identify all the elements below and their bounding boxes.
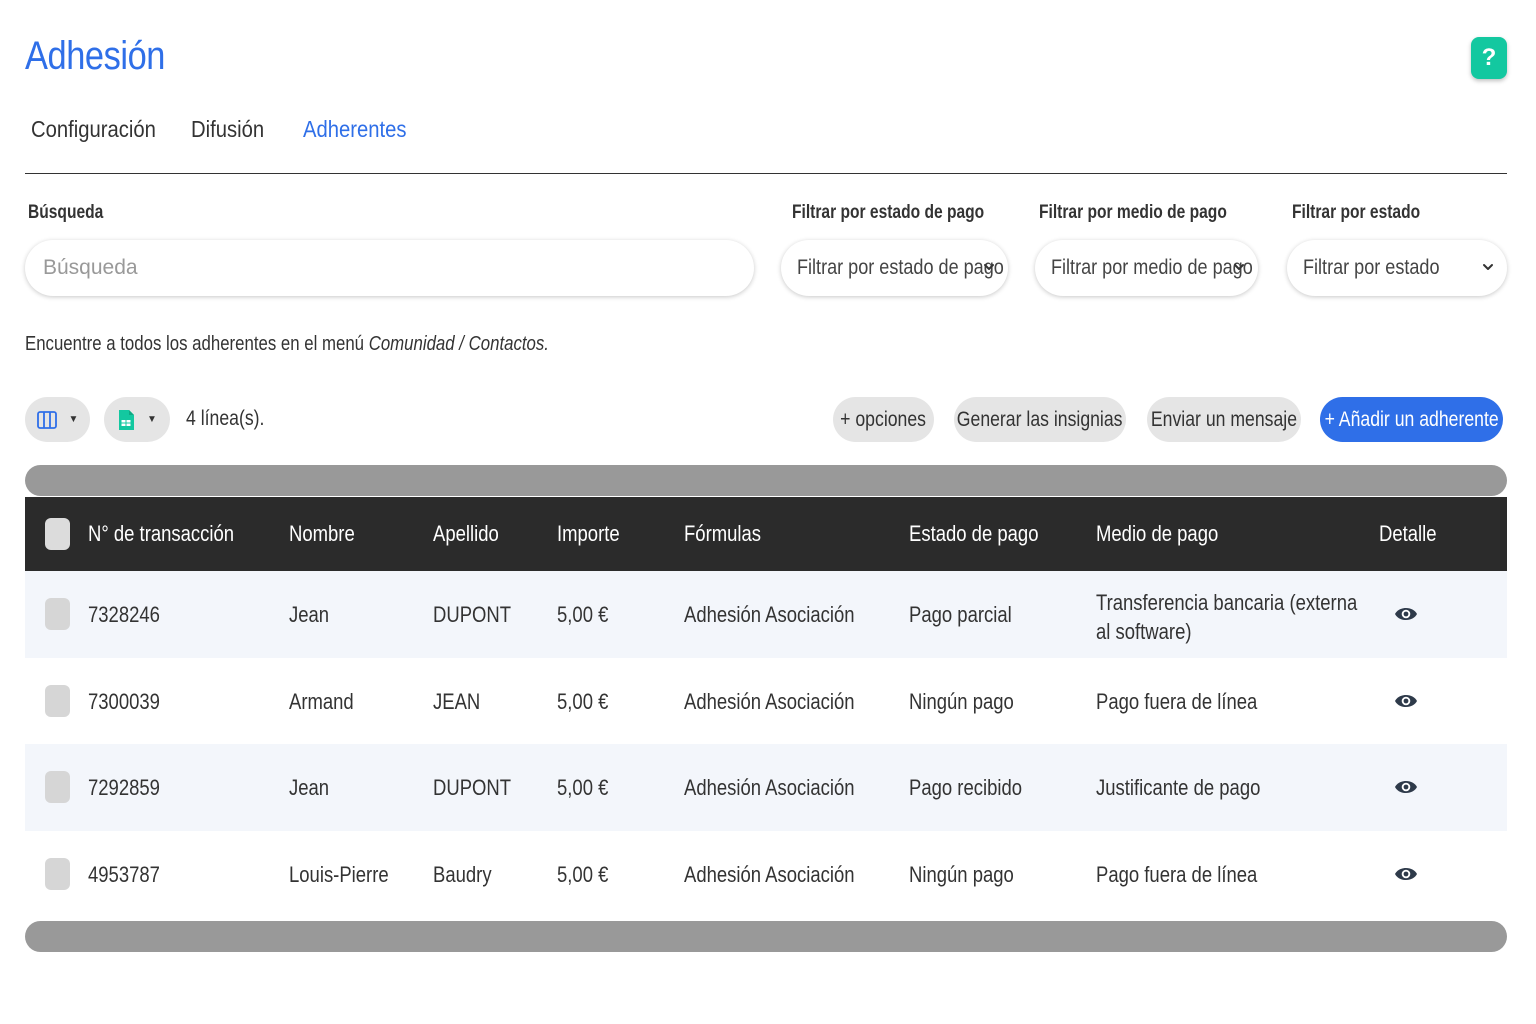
cell-transaction: 7292859: [88, 775, 160, 800]
column-header-payment-method[interactable]: Medio de pago: [1096, 521, 1218, 547]
add-member-label: + Añadir un adherente: [1324, 407, 1499, 431]
table-row: 7328246 Jean DUPONT 5,00 € Adhesión Asoc…: [25, 571, 1507, 658]
options-button[interactable]: + opciones: [833, 397, 934, 442]
search-label: Búsqueda: [28, 202, 104, 223]
page-title: Adhesión: [25, 34, 166, 78]
table-row: 7300039 Armand JEAN 5,00 € Adhesión Asoc…: [25, 657, 1507, 744]
generate-badges-button[interactable]: Generar las insignias: [954, 397, 1126, 442]
cell-payment-method-line2: al software): [1096, 619, 1192, 644]
cell-last-name: DUPONT: [433, 602, 512, 627]
tab-adherentes[interactable]: Adherentes: [303, 116, 407, 143]
cell-payment-status: Ningún pago: [909, 861, 1014, 887]
columns-menu-button[interactable]: ▼: [25, 397, 90, 442]
cell-first-name: Jean: [289, 775, 330, 800]
column-header-last-name[interactable]: Apellido: [433, 521, 499, 547]
generate-badges-label: Generar las insignias: [957, 407, 1123, 431]
info-note-text: Encuentre a todos los adherentes en el m…: [25, 333, 369, 355]
spreadsheet-file-icon: [119, 409, 135, 430]
status-select-value: Filtrar por estado: [1303, 256, 1440, 279]
payment-status-select[interactable]: Filtrar por estado de pago: [781, 240, 1008, 296]
eye-icon[interactable]: [1394, 603, 1418, 625]
cell-formula: Adhesión Asociación: [684, 688, 855, 714]
cell-formula: Adhesión Asociación: [684, 861, 855, 887]
export-menu-button[interactable]: ▼: [104, 397, 170, 442]
cell-payment-method: Pago fuera de línea: [1096, 688, 1258, 714]
payment-method-select-value: Filtrar por medio de pago: [1051, 256, 1253, 279]
horizontal-scrollbar-bottom[interactable]: [25, 921, 1507, 952]
cell-payment-status: Pago recibido: [909, 775, 1023, 800]
cell-payment-method-line1: Transferencia bancaria (externa: [1096, 590, 1358, 615]
payment-status-filter-label: Filtrar por estado de pago: [792, 202, 985, 223]
payment-method-filter-label: Filtrar por medio de pago: [1039, 202, 1227, 223]
info-note: Encuentre a todos los adherentes en el m…: [25, 333, 549, 356]
cell-payment-status: Pago parcial: [909, 602, 1012, 627]
line-count: 4 línea(s).: [186, 407, 265, 430]
options-button-label: + opciones: [840, 407, 927, 431]
cell-formula: Adhesión Asociación: [684, 775, 855, 800]
eye-icon[interactable]: [1394, 690, 1418, 712]
cell-transaction: 7328246: [88, 602, 160, 627]
column-header-amount[interactable]: Importe: [557, 521, 620, 547]
cell-first-name: Armand: [289, 688, 354, 714]
search-input[interactable]: [43, 256, 754, 280]
row-checkbox[interactable]: [45, 598, 70, 630]
column-header-payment-status[interactable]: Estado de pago: [909, 521, 1038, 547]
chevron-down-icon: [1234, 264, 1244, 270]
columns-icon: [36, 410, 57, 429]
cell-last-name: JEAN: [433, 688, 481, 714]
eye-icon[interactable]: [1394, 776, 1418, 798]
help-label: ?: [1481, 44, 1497, 71]
cell-amount: 5,00 €: [557, 775, 609, 800]
members-table: N° de transacción Nombre Apellido Import…: [25, 497, 1507, 917]
tab-configuracion[interactable]: Configuración: [31, 116, 156, 143]
cell-first-name: Louis-Pierre: [289, 861, 389, 887]
cell-last-name: DUPONT: [433, 775, 512, 800]
cell-amount: 5,00 €: [557, 861, 609, 887]
cell-payment-method: Pago fuera de línea: [1096, 861, 1258, 887]
cell-first-name: Jean: [289, 602, 330, 627]
cell-payment-method: Transferencia bancaria (externa al softw…: [1096, 588, 1357, 646]
row-checkbox[interactable]: [45, 857, 70, 890]
status-filter-label: Filtrar por estado: [1292, 202, 1421, 223]
row-checkbox[interactable]: [45, 684, 70, 717]
column-header-formulas[interactable]: Fórmulas: [684, 521, 761, 547]
community-contacts-menu-reference: Comunidad / Contactos.: [368, 333, 549, 355]
search-field: [25, 240, 754, 296]
column-header-transaction[interactable]: N° de transacción: [88, 521, 234, 547]
table-row: 4953787 Louis-Pierre Baudry 5,00 € Adhes…: [25, 830, 1507, 917]
cell-payment-status: Ningún pago: [909, 688, 1014, 714]
tab-bar: Configuración Difusión Adherentes: [25, 112, 1507, 174]
payment-method-select[interactable]: Filtrar por medio de pago: [1035, 240, 1258, 296]
payment-status-select-value: Filtrar por estado de pago: [797, 256, 1004, 279]
cell-amount: 5,00 €: [557, 688, 609, 714]
status-select[interactable]: Filtrar por estado: [1287, 240, 1507, 296]
cell-transaction: 4953787: [88, 861, 160, 887]
column-header-detail: Detalle: [1379, 521, 1437, 546]
cell-transaction: 7300039: [88, 688, 160, 714]
tab-difusion[interactable]: Difusión: [191, 116, 264, 143]
chevron-down-icon: [1483, 264, 1493, 270]
cell-last-name: Baudry: [433, 861, 492, 887]
cell-amount: 5,00 €: [557, 602, 609, 627]
eye-icon[interactable]: [1394, 863, 1418, 885]
cell-payment-method: Justificante de pago: [1096, 775, 1261, 800]
table-row: 7292859 Jean DUPONT 5,00 € Adhesión Asoc…: [25, 744, 1507, 831]
horizontal-scrollbar-top[interactable]: [25, 465, 1507, 496]
row-checkbox[interactable]: [45, 771, 70, 803]
column-header-first-name[interactable]: Nombre: [289, 521, 355, 547]
help-button[interactable]: ?: [1471, 37, 1507, 79]
caret-down-icon: ▼: [147, 414, 157, 425]
caret-down-icon: ▼: [68, 414, 79, 425]
chevron-down-icon: [984, 264, 994, 270]
send-message-button[interactable]: Enviar un mensaje: [1147, 397, 1301, 442]
table-header: N° de transacción Nombre Apellido Import…: [25, 497, 1507, 571]
send-message-label: Enviar un mensaje: [1150, 407, 1298, 431]
add-member-button[interactable]: + Añadir un adherente: [1320, 397, 1503, 442]
cell-formula: Adhesión Asociación: [684, 602, 855, 627]
select-all-checkbox[interactable]: [45, 518, 70, 550]
